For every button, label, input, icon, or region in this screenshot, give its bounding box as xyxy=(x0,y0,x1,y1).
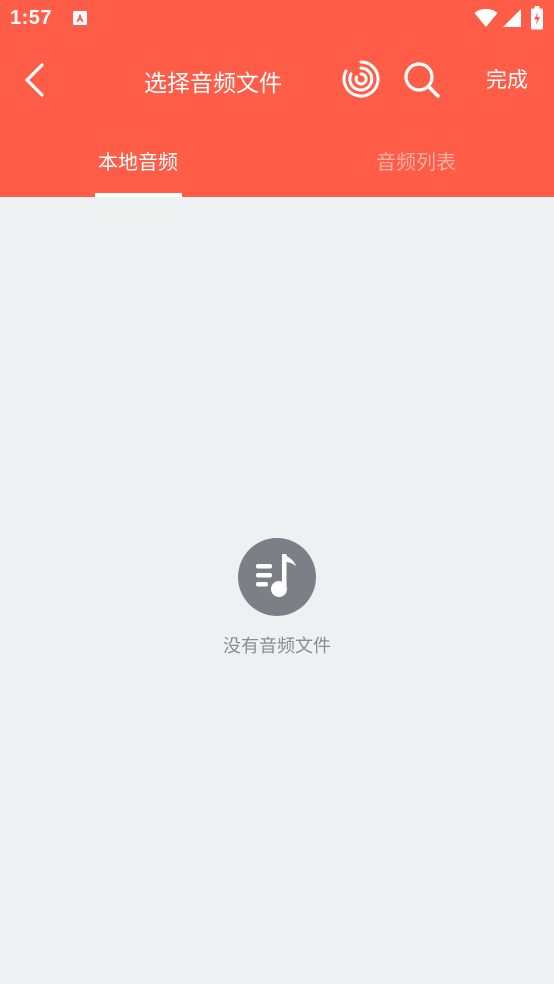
tab-audio-list[interactable]: 音频列表 xyxy=(346,146,486,176)
radar-scan-button[interactable] xyxy=(340,58,382,100)
done-button[interactable]: 完成 xyxy=(474,64,540,94)
back-chevron-icon xyxy=(14,63,58,106)
active-tab-indicator xyxy=(95,193,182,197)
tab-local-audio[interactable]: 本地音频 xyxy=(70,146,206,176)
search-button[interactable] xyxy=(400,58,444,102)
radar-icon xyxy=(340,60,382,104)
empty-state-message: 没有音频文件 xyxy=(223,636,331,657)
wifi-icon xyxy=(474,8,498,28)
app-header: 1:57 选择音频文件 完成 本地音频 音频列表 xyxy=(0,0,554,197)
notification-a-icon xyxy=(72,10,88,26)
page-title: 选择音频文件 xyxy=(144,71,282,97)
battery-charging-icon xyxy=(530,6,544,30)
empty-state-icon-container xyxy=(238,538,316,616)
signal-icon xyxy=(502,8,522,28)
search-icon xyxy=(400,62,444,106)
status-bar: 1:57 xyxy=(0,0,554,38)
status-time: 1:57 xyxy=(10,7,53,29)
back-button[interactable] xyxy=(14,58,58,102)
